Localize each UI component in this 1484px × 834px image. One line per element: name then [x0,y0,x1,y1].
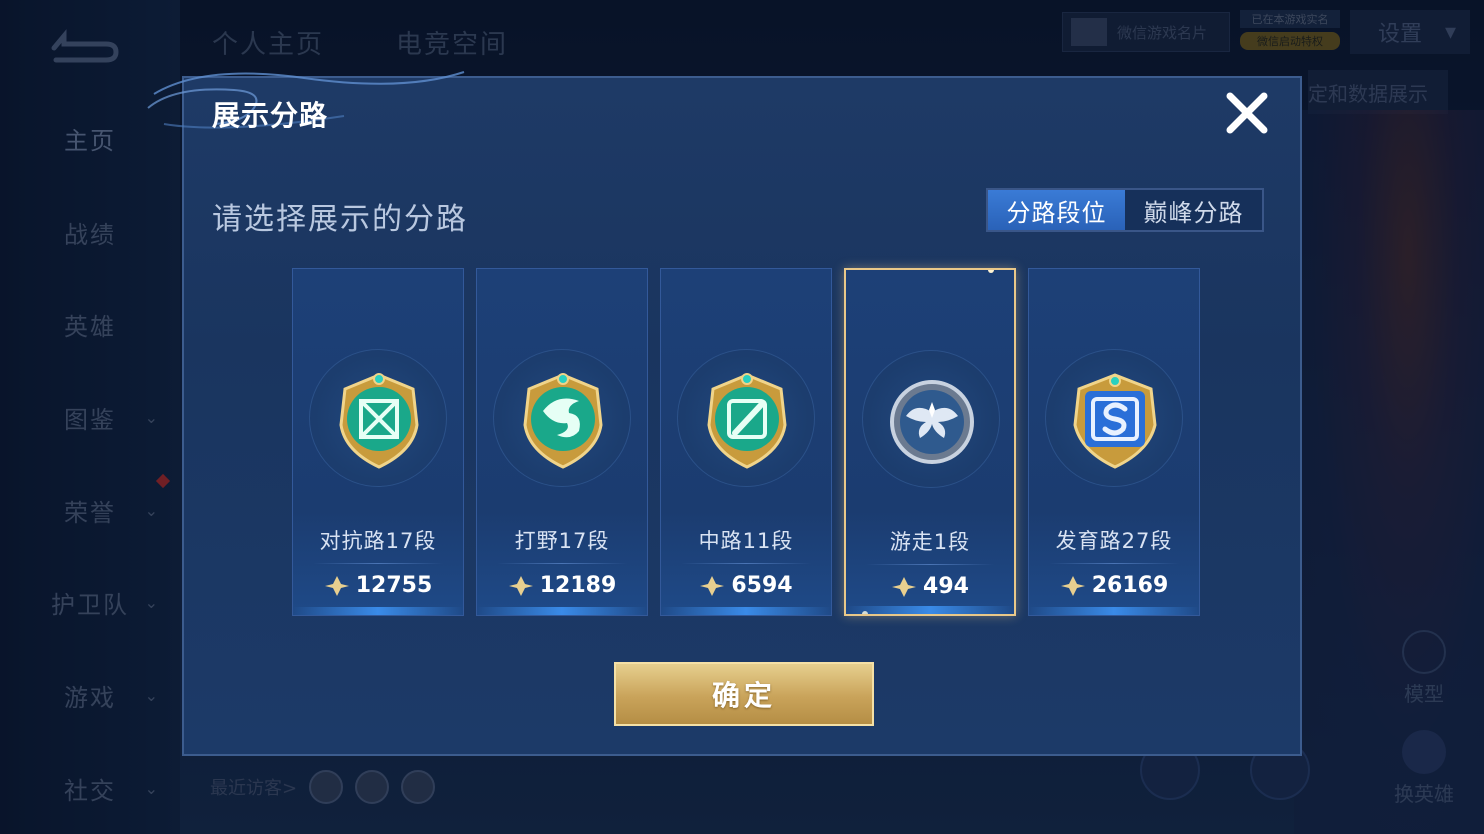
divider [681,563,811,564]
lane-rank-label: 游走1段 [889,530,971,554]
lane-rank-label: 发育路27段 [1055,529,1173,553]
lane-score: 26169 [1029,573,1199,598]
score-star-icon [508,575,533,596]
lane-display-dialog: 展示分路 请选择展示的分路 分路段位 巅峰分路 对抗路17段 12755 打野1… [147,71,1302,756]
lane-score: 494 [846,574,1014,599]
bow-s-icon [1073,373,1157,469]
lane-card-mid[interactable]: 中路11段 6594 [660,268,832,616]
sword-cross-icon [339,373,419,469]
lane-card-top[interactable]: 对抗路17段 12755 [292,268,464,616]
lane-card-jungle[interactable]: 打野17段 12189 [476,268,648,616]
lane-score: 6594 [661,573,831,598]
lane-card-support[interactable]: 游走1段 494 [844,268,1016,616]
divider [313,563,443,564]
score-star-icon [700,575,725,596]
divider [866,564,994,565]
divider [1049,563,1179,564]
lane-score: 12189 [477,573,647,598]
close-icon [1226,92,1268,134]
tab-lane-rank[interactable]: 分路段位 [988,190,1125,230]
lane-rank-label: 打野17段 [514,529,610,553]
close-button[interactable] [1222,88,1272,138]
score-star-icon [1060,575,1085,596]
dragon-icon [523,373,603,469]
selection-sparkle [988,270,994,273]
score-star-icon [324,575,349,596]
lane-rank-label: 中路11段 [698,529,794,553]
dialog-title: 展示分路 [212,99,329,132]
lane-rank-label: 对抗路17段 [319,529,437,553]
lane-card-adc[interactable]: 发育路27段 26169 [1028,268,1200,616]
lane-cards: 对抗路17段 12755 打野17段 12189 中路11段 6594 游走1段… [292,268,1200,616]
tab-peak-lane[interactable]: 巅峰分路 [1125,190,1262,230]
lane-score: 12755 [293,573,463,598]
confirm-button[interactable]: 确定 [614,662,874,726]
staff-icon [707,373,787,469]
wings-icon [890,380,974,464]
divider [497,563,627,564]
selection-sparkle [862,611,868,614]
dialog-subtitle: 请选择展示的分路 [212,202,468,237]
score-star-icon [892,576,917,597]
lane-mode-toggle: 分路段位 巅峰分路 [986,188,1264,232]
